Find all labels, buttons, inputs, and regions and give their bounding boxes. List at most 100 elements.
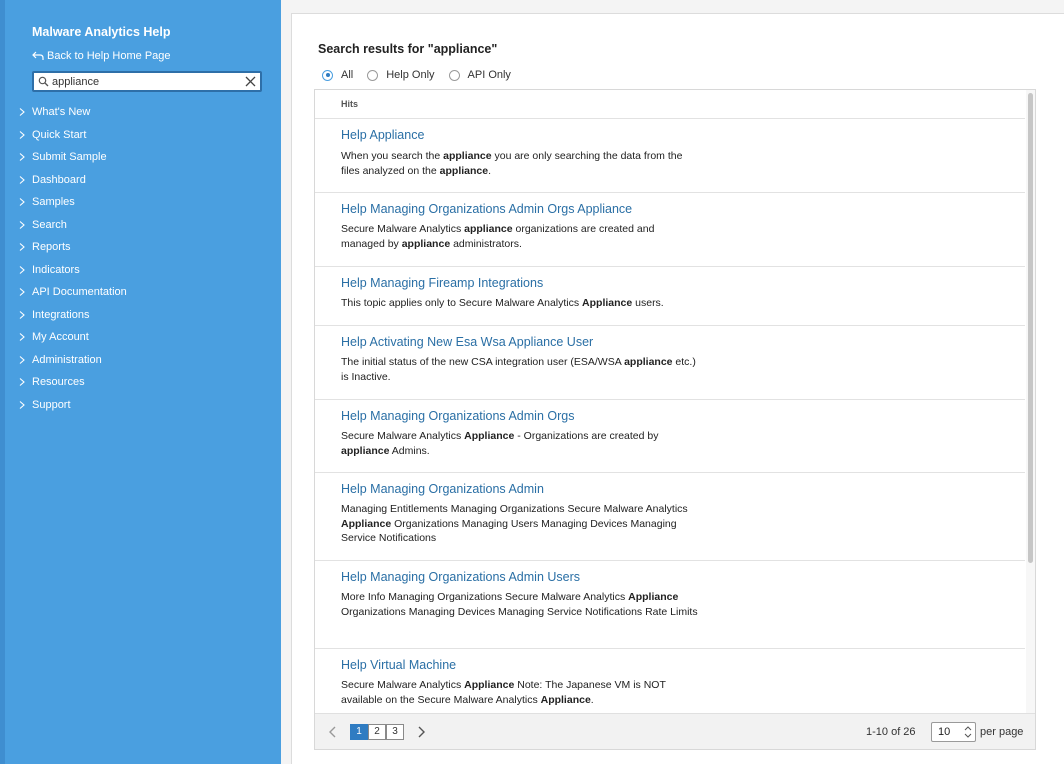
filter-label: API Only bbox=[467, 69, 511, 81]
page-numbers: 123 bbox=[350, 724, 404, 740]
snippet-text: This topic applies only to Secure Malwar… bbox=[341, 297, 583, 309]
sidebar-item-indicators[interactable]: Indicators bbox=[17, 259, 127, 282]
snippet-text: users. bbox=[632, 297, 664, 309]
sidebar-item-search[interactable]: Search bbox=[17, 214, 127, 237]
filter-radio-api-only[interactable]: API Only bbox=[448, 69, 511, 81]
result-snippet: Managing Entitlements Managing Organizat… bbox=[341, 502, 701, 546]
result-title-link[interactable]: Help Managing Organizations Admin Orgs bbox=[341, 409, 574, 423]
page-button-3[interactable]: 3 bbox=[386, 724, 404, 740]
next-page-icon[interactable] bbox=[415, 725, 427, 739]
sidebar-item-label: Samples bbox=[32, 196, 75, 209]
result-title-link[interactable]: Help Virtual Machine bbox=[341, 658, 456, 672]
search-icon bbox=[38, 76, 49, 87]
filter-radio-help-only[interactable]: Help Only bbox=[367, 69, 435, 81]
sidebar-item-label: API Documentation bbox=[32, 286, 127, 299]
snippet-text: - Organizations are created by bbox=[514, 430, 659, 442]
page-button-1[interactable]: 1 bbox=[350, 724, 368, 740]
result-title-link[interactable]: Help Managing Organizations Admin Orgs A… bbox=[341, 202, 632, 216]
result-snippet: Secure Malware Analytics Appliance - Org… bbox=[341, 429, 701, 458]
result-item: Help Managing Organizations Admin Orgs A… bbox=[315, 193, 1025, 267]
sidebar-item-samples[interactable]: Samples bbox=[17, 191, 127, 214]
chevron-right-icon bbox=[19, 243, 25, 252]
snippet-text: Secure Malware Analytics bbox=[341, 430, 465, 442]
previous-page-icon[interactable] bbox=[327, 725, 339, 739]
result-snippet: Secure Malware Analytics appliance organ… bbox=[341, 222, 701, 251]
chevron-right-icon bbox=[19, 288, 25, 297]
per-page-label: per page bbox=[980, 726, 1024, 738]
snippet-text: Secure Malware Analytics bbox=[341, 679, 465, 691]
sidebar-item-label: Resources bbox=[32, 376, 85, 389]
sidebar-item-resources[interactable]: Resources bbox=[17, 371, 127, 394]
results-scrollbar[interactable] bbox=[1026, 90, 1035, 713]
sidebar-item-quick-start[interactable]: Quick Start bbox=[17, 124, 127, 147]
sidebar-item-label: Reports bbox=[32, 241, 71, 254]
snippet-text: Managing Entitlements Managing Organizat… bbox=[341, 503, 688, 515]
highlighted-term: appliance bbox=[464, 223, 513, 235]
chevron-right-icon bbox=[19, 265, 25, 274]
results-range: 1-10 of 26 bbox=[866, 726, 916, 738]
sidebar-item-submit-sample[interactable]: Submit Sample bbox=[17, 146, 127, 169]
sidebar-item-label: Indicators bbox=[32, 263, 80, 276]
radio-circle[interactable] bbox=[448, 69, 460, 81]
sidebar-item-support[interactable]: Support bbox=[17, 394, 127, 417]
result-title-link[interactable]: Help Managing Organizations Admin Users bbox=[341, 570, 580, 584]
back-link-label: Back to Help Home Page bbox=[47, 50, 171, 62]
radio-circle[interactable] bbox=[367, 69, 379, 81]
snippet-text: The initial status of the new CSA integr… bbox=[341, 356, 625, 368]
snippet-text: Organizations Managing Users Managing De… bbox=[341, 517, 677, 545]
pagination-bar: 123 1-10 of 26 10 per page bbox=[315, 713, 1035, 749]
chevron-right-icon bbox=[19, 130, 25, 139]
hits-header: Hits bbox=[315, 90, 1025, 119]
chevron-right-icon bbox=[19, 310, 25, 319]
per-page-select[interactable]: 10 bbox=[931, 722, 976, 742]
sidebar: Malware Analytics Help Back to Help Home… bbox=[0, 0, 281, 764]
snippet-text: Secure Malware Analytics bbox=[341, 223, 465, 235]
result-title-link[interactable]: Help Activating New Esa Wsa Appliance Us… bbox=[341, 335, 593, 349]
sidebar-item-label: Integrations bbox=[32, 308, 90, 321]
search-input[interactable] bbox=[52, 74, 242, 89]
back-to-help-home-link[interactable]: Back to Help Home Page bbox=[32, 50, 171, 62]
sidebar-item-administration[interactable]: Administration bbox=[17, 349, 127, 372]
snippet-text: administrators. bbox=[450, 237, 522, 250]
snippet-text: . bbox=[488, 164, 492, 177]
hits-column-header: Hits bbox=[341, 99, 359, 109]
sidebar-search-box[interactable] bbox=[32, 71, 262, 92]
result-title-link[interactable]: Help Managing Fireamp Integrations bbox=[341, 276, 543, 290]
sidebar-item-api-documentation[interactable]: API Documentation bbox=[17, 281, 127, 304]
result-item: Help Managing Fireamp Integrations This t… bbox=[315, 267, 1025, 326]
radio-circle[interactable] bbox=[322, 69, 333, 81]
highlighted-term: Appliance bbox=[540, 693, 591, 706]
result-item: Help Activating New Esa Wsa Appliance Us… bbox=[315, 326, 1025, 400]
highlighted-term: Appliance bbox=[628, 591, 679, 603]
scrollbar-thumb[interactable] bbox=[1028, 93, 1033, 563]
sidebar-item-label: My Account bbox=[32, 331, 89, 344]
filter-label: All bbox=[341, 69, 354, 81]
sidebar-item-what-s-new[interactable]: What's New bbox=[17, 101, 127, 124]
highlighted-term: Appliance bbox=[464, 679, 515, 691]
page-button-2[interactable]: 2 bbox=[368, 724, 386, 740]
chevron-right-icon bbox=[19, 333, 25, 342]
results-panel: Hits Help Appliance When you search the a… bbox=[314, 89, 1036, 750]
sidebar-nav: What's New Quick Start Submit Sample Dashbo… bbox=[17, 101, 127, 416]
sidebar-item-label: What's New bbox=[32, 106, 91, 119]
sidebar-item-integrations[interactable]: Integrations bbox=[17, 304, 127, 327]
highlighted-term: appliance bbox=[401, 237, 451, 250]
chevron-right-icon bbox=[19, 220, 25, 229]
chevron-right-icon bbox=[19, 400, 25, 409]
clear-search-icon[interactable] bbox=[244, 75, 257, 88]
highlighted-term: Appliance bbox=[582, 297, 633, 309]
highlighted-term: appliance bbox=[439, 164, 489, 177]
result-item: Help Virtual Machine Secure Malware Analy… bbox=[315, 649, 1025, 719]
result-title-link[interactable]: Help Managing Organizations Admin bbox=[341, 482, 544, 496]
result-title-link[interactable]: Help Appliance bbox=[341, 128, 424, 142]
sidebar-item-dashboard[interactable]: Dashboard bbox=[17, 169, 127, 192]
sidebar-item-my-account[interactable]: My Account bbox=[17, 326, 127, 349]
sidebar-item-label: Search bbox=[32, 218, 67, 231]
sidebar-item-label: Dashboard bbox=[32, 173, 86, 186]
filter-label: Help Only bbox=[386, 69, 435, 81]
snippet-text: Admins. bbox=[389, 444, 430, 457]
snippet-text: . bbox=[590, 693, 594, 706]
filter-radio-all[interactable]: All bbox=[322, 69, 353, 81]
stepper-arrows-icon bbox=[964, 726, 972, 738]
sidebar-item-reports[interactable]: Reports bbox=[17, 236, 127, 259]
